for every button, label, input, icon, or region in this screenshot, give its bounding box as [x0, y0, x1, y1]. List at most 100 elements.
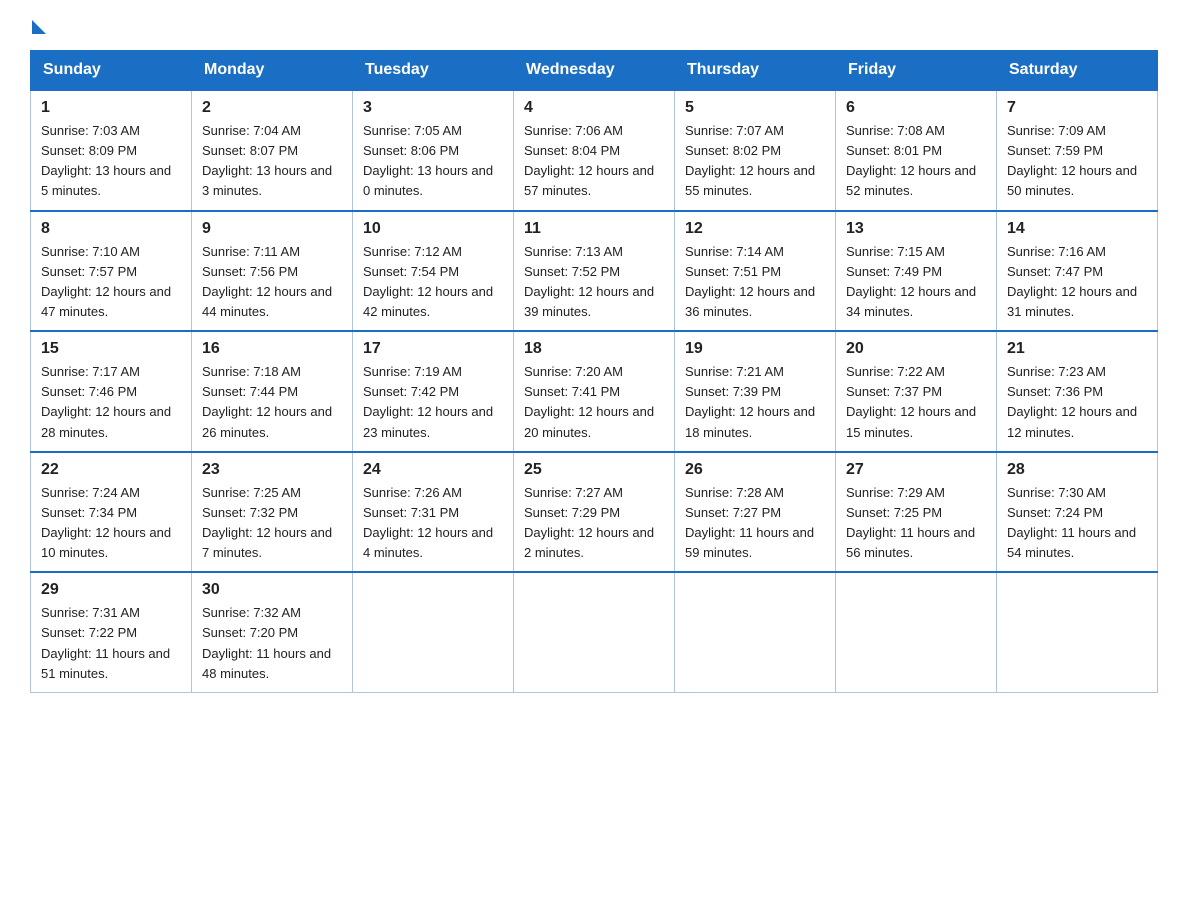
calendar-day-cell: 29 Sunrise: 7:31 AMSunset: 7:22 PMDayligh…	[31, 572, 192, 692]
day-info: Sunrise: 7:16 AMSunset: 7:47 PMDaylight:…	[1007, 242, 1147, 323]
calendar-day-cell: 23 Sunrise: 7:25 AMSunset: 7:32 PMDayligh…	[192, 452, 353, 573]
calendar-day-cell: 25Sunrise: 7:27 AMSunset: 7:29 PMDayligh…	[514, 452, 675, 573]
calendar-day-cell: 17Sunrise: 7:19 AMSunset: 7:42 PMDayligh…	[353, 331, 514, 452]
day-info: Sunrise: 7:28 AMSunset: 7:27 PMDaylight:…	[685, 483, 825, 564]
calendar-day-cell: 24 Sunrise: 7:26 AMSunset: 7:31 PMDayligh…	[353, 452, 514, 573]
day-info: Sunrise: 7:07 AMSunset: 8:02 PMDaylight:…	[685, 121, 825, 202]
calendar-day-cell: 2 Sunrise: 7:04 AMSunset: 8:07 PMDaylight…	[192, 90, 353, 211]
calendar-day-cell	[836, 572, 997, 692]
day-number: 26	[685, 461, 825, 479]
day-number: 13	[846, 220, 986, 238]
logo-triangle-icon	[32, 20, 46, 34]
day-info: Sunrise: 7:14 AMSunset: 7:51 PMDaylight:…	[685, 242, 825, 323]
calendar-day-cell: 4 Sunrise: 7:06 AMSunset: 8:04 PMDaylight…	[514, 90, 675, 211]
day-number: 21	[1007, 340, 1147, 358]
calendar-day-cell: 19 Sunrise: 7:21 AMSunset: 7:39 PMDayligh…	[675, 331, 836, 452]
day-info: Sunrise: 7:11 AMSunset: 7:56 PMDaylight:…	[202, 242, 342, 323]
day-info: Sunrise: 7:15 AMSunset: 7:49 PMDaylight:…	[846, 242, 986, 323]
day-info: Sunrise: 7:04 AMSunset: 8:07 PMDaylight:…	[202, 121, 342, 202]
day-number: 6	[846, 99, 986, 117]
calendar-day-cell: 15 Sunrise: 7:17 AMSunset: 7:46 PMDayligh…	[31, 331, 192, 452]
day-number: 12	[685, 220, 825, 238]
day-number: 11	[524, 220, 664, 238]
calendar-week-row: 22Sunrise: 7:24 AMSunset: 7:34 PMDayligh…	[31, 452, 1158, 573]
day-info: Sunrise: 7:30 AMSunset: 7:24 PMDaylight:…	[1007, 483, 1147, 564]
calendar-table: SundayMondayTuesdayWednesdayThursdayFrid…	[30, 50, 1158, 693]
calendar-day-cell: 3 Sunrise: 7:05 AMSunset: 8:06 PMDaylight…	[353, 90, 514, 211]
day-number: 2	[202, 99, 342, 117]
calendar-day-cell: 11 Sunrise: 7:13 AMSunset: 7:52 PMDayligh…	[514, 211, 675, 332]
day-info: Sunrise: 7:20 AMSunset: 7:41 PMDaylight:…	[524, 362, 664, 443]
calendar-day-cell	[353, 572, 514, 692]
day-number: 7	[1007, 99, 1147, 117]
calendar-day-cell: 14 Sunrise: 7:16 AMSunset: 7:47 PMDayligh…	[997, 211, 1158, 332]
calendar-day-cell: 9 Sunrise: 7:11 AMSunset: 7:56 PMDaylight…	[192, 211, 353, 332]
calendar-day-cell: 12 Sunrise: 7:14 AMSunset: 7:51 PMDayligh…	[675, 211, 836, 332]
day-number: 30	[202, 581, 342, 599]
calendar-day-cell: 1 Sunrise: 7:03 AMSunset: 8:09 PMDaylight…	[31, 90, 192, 211]
day-number: 9	[202, 220, 342, 238]
day-number: 14	[1007, 220, 1147, 238]
day-info: Sunrise: 7:03 AMSunset: 8:09 PMDaylight:…	[41, 121, 181, 202]
calendar-week-row: 1 Sunrise: 7:03 AMSunset: 8:09 PMDaylight…	[31, 90, 1158, 211]
day-number: 3	[363, 99, 503, 117]
calendar-day-header: Monday	[192, 51, 353, 91]
calendar-day-cell: 13 Sunrise: 7:15 AMSunset: 7:49 PMDayligh…	[836, 211, 997, 332]
day-number: 5	[685, 99, 825, 117]
day-info: Sunrise: 7:32 AMSunset: 7:20 PMDaylight:…	[202, 603, 342, 684]
day-info: Sunrise: 7:06 AMSunset: 8:04 PMDaylight:…	[524, 121, 664, 202]
calendar-day-cell: 10Sunrise: 7:12 AMSunset: 7:54 PMDayligh…	[353, 211, 514, 332]
day-info: Sunrise: 7:23 AMSunset: 7:36 PMDaylight:…	[1007, 362, 1147, 443]
calendar-day-header: Sunday	[31, 51, 192, 91]
day-info: Sunrise: 7:19 AMSunset: 7:42 PMDaylight:…	[363, 362, 503, 443]
calendar-day-cell: 20Sunrise: 7:22 AMSunset: 7:37 PMDayligh…	[836, 331, 997, 452]
day-info: Sunrise: 7:21 AMSunset: 7:39 PMDaylight:…	[685, 362, 825, 443]
day-number: 18	[524, 340, 664, 358]
day-number: 8	[41, 220, 181, 238]
calendar-day-cell: 27 Sunrise: 7:29 AMSunset: 7:25 PMDayligh…	[836, 452, 997, 573]
day-info: Sunrise: 7:05 AMSunset: 8:06 PMDaylight:…	[363, 121, 503, 202]
day-info: Sunrise: 7:29 AMSunset: 7:25 PMDaylight:…	[846, 483, 986, 564]
calendar-day-header: Thursday	[675, 51, 836, 91]
day-info: Sunrise: 7:12 AMSunset: 7:54 PMDaylight:…	[363, 242, 503, 323]
calendar-day-cell: 28 Sunrise: 7:30 AMSunset: 7:24 PMDayligh…	[997, 452, 1158, 573]
calendar-day-header: Wednesday	[514, 51, 675, 91]
calendar-day-cell: 7 Sunrise: 7:09 AMSunset: 7:59 PMDaylight…	[997, 90, 1158, 211]
day-info: Sunrise: 7:27 AMSunset: 7:29 PMDaylight:…	[524, 483, 664, 564]
day-number: 28	[1007, 461, 1147, 479]
calendar-day-cell	[675, 572, 836, 692]
day-number: 29	[41, 581, 181, 599]
day-info: Sunrise: 7:17 AMSunset: 7:46 PMDaylight:…	[41, 362, 181, 443]
calendar-day-cell: 18 Sunrise: 7:20 AMSunset: 7:41 PMDayligh…	[514, 331, 675, 452]
calendar-week-row: 29 Sunrise: 7:31 AMSunset: 7:22 PMDayligh…	[31, 572, 1158, 692]
day-info: Sunrise: 7:09 AMSunset: 7:59 PMDaylight:…	[1007, 121, 1147, 202]
calendar-day-cell	[997, 572, 1158, 692]
calendar-day-cell: 16 Sunrise: 7:18 AMSunset: 7:44 PMDayligh…	[192, 331, 353, 452]
day-info: Sunrise: 7:18 AMSunset: 7:44 PMDaylight:…	[202, 362, 342, 443]
day-number: 15	[41, 340, 181, 358]
calendar-day-cell: 30 Sunrise: 7:32 AMSunset: 7:20 PMDayligh…	[192, 572, 353, 692]
day-number: 1	[41, 99, 181, 117]
day-info: Sunrise: 7:26 AMSunset: 7:31 PMDaylight:…	[363, 483, 503, 564]
day-info: Sunrise: 7:31 AMSunset: 7:22 PMDaylight:…	[41, 603, 181, 684]
day-info: Sunrise: 7:24 AMSunset: 7:34 PMDaylight:…	[41, 483, 181, 564]
calendar-day-header: Tuesday	[353, 51, 514, 91]
day-number: 24	[363, 461, 503, 479]
day-number: 16	[202, 340, 342, 358]
day-number: 23	[202, 461, 342, 479]
day-info: Sunrise: 7:22 AMSunset: 7:37 PMDaylight:…	[846, 362, 986, 443]
day-info: Sunrise: 7:25 AMSunset: 7:32 PMDaylight:…	[202, 483, 342, 564]
calendar-week-row: 15 Sunrise: 7:17 AMSunset: 7:46 PMDayligh…	[31, 331, 1158, 452]
day-info: Sunrise: 7:13 AMSunset: 7:52 PMDaylight:…	[524, 242, 664, 323]
calendar-day-cell	[514, 572, 675, 692]
day-info: Sunrise: 7:08 AMSunset: 8:01 PMDaylight:…	[846, 121, 986, 202]
day-number: 27	[846, 461, 986, 479]
calendar-week-row: 8Sunrise: 7:10 AMSunset: 7:57 PMDaylight…	[31, 211, 1158, 332]
calendar-day-cell: 6 Sunrise: 7:08 AMSunset: 8:01 PMDaylight…	[836, 90, 997, 211]
calendar-day-header: Saturday	[997, 51, 1158, 91]
logo	[30, 20, 46, 32]
calendar-day-header: Friday	[836, 51, 997, 91]
day-number: 19	[685, 340, 825, 358]
day-number: 4	[524, 99, 664, 117]
calendar-day-cell: 26 Sunrise: 7:28 AMSunset: 7:27 PMDayligh…	[675, 452, 836, 573]
